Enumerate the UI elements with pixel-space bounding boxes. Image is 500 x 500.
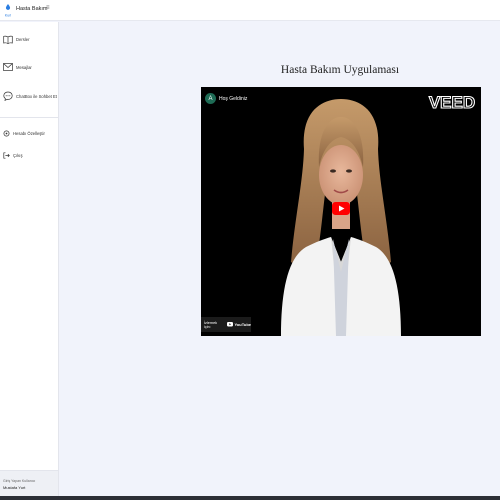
logged-in-caption: Giriş Yapan Kullanıcı: [3, 479, 36, 483]
sidebar-item-dersler[interactable]: Dersler: [3, 32, 57, 46]
chat-bubble-icon: [3, 91, 13, 101]
sidebar-divider: [0, 117, 58, 118]
sidebar-item-label: Mesajlar: [16, 64, 32, 70]
logout-icon: [3, 151, 10, 159]
watch-on-label: İzlemek için:: [204, 320, 218, 329]
video-title[interactable]: Hoş Geldiniz: [219, 96, 247, 102]
logo-text: Kuri: [5, 14, 12, 18]
sidebar-item-label: Dersler: [16, 36, 30, 42]
top-bar: Kuri Hasta Bakım ≡: [0, 0, 500, 21]
sidebar-item-label: Çıkış: [13, 152, 23, 158]
watermark-text: VEED: [429, 93, 475, 112]
youtube-logo: YouTube: [227, 322, 251, 327]
book-icon: [3, 34, 13, 44]
logged-in-user-panel: Giriş Yapan Kullanıcı Mustafa Yurt: [0, 470, 58, 496]
app-title: Hasta Bakım: [16, 6, 48, 12]
logged-in-user-name: Mustafa Yurt: [3, 485, 26, 490]
sidebar-item-chatbox[interactable]: ChatBox ile Sohbet Et: [3, 89, 57, 103]
envelope-icon: [3, 62, 13, 72]
video-player[interactable]: A Hoş Geldiniz VEED İzlemek için: YouTub…: [201, 87, 481, 336]
sidebar-item-cikis[interactable]: Çıkış: [3, 148, 57, 162]
veed-watermark-logo: VEED: [428, 92, 475, 112]
menu-toggle-icon[interactable]: ≡: [46, 5, 50, 11]
channel-avatar[interactable]: A: [205, 93, 216, 104]
youtube-icon: [227, 322, 234, 327]
gear-icon: [3, 130, 10, 137]
page-title: Hasta Bakım Uygulaması: [280, 64, 400, 76]
play-icon[interactable]: [332, 202, 350, 215]
app-logo[interactable]: Kuri: [2, 3, 14, 18]
sidebar-item-label: ChatBox ile Sohbet Et: [16, 93, 57, 99]
sidebar-item-mesajlar[interactable]: Mesajlar: [3, 60, 57, 74]
sidebar-item-label: Hesabı Özelleştir: [13, 130, 45, 136]
sidebar: Dersler Mesajlar ChatBox ile Sohbet Et H…: [0, 22, 59, 496]
youtube-label: YouTube: [234, 322, 251, 327]
watch-on-youtube-button[interactable]: İzlemek için: YouTube: [201, 317, 251, 332]
taskbar-strip: [0, 496, 500, 500]
sidebar-item-hesap[interactable]: Hesabı Özelleştir: [3, 126, 57, 140]
